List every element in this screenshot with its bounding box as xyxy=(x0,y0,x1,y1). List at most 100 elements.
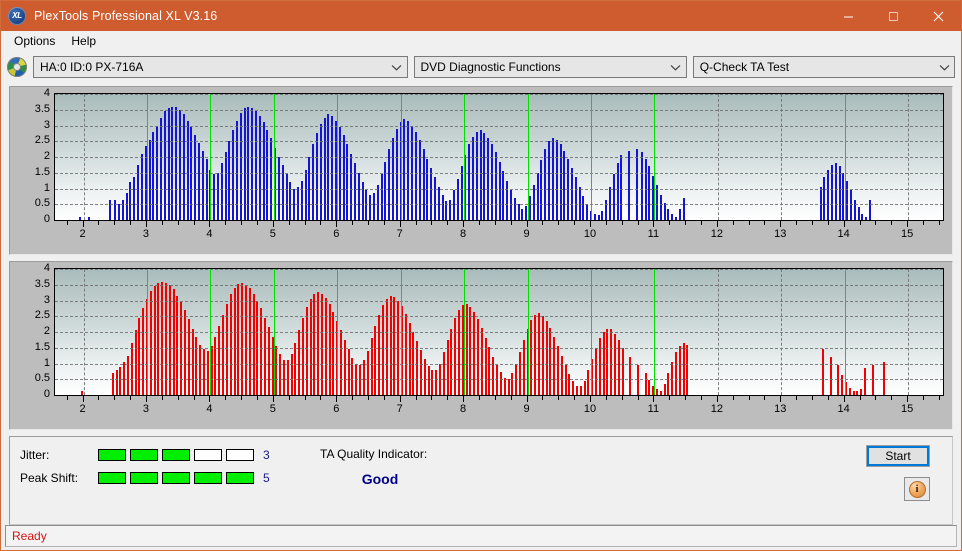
x-axis-minor-tick xyxy=(304,396,306,400)
chart-bar xyxy=(148,139,151,220)
x-axis-minor-tick xyxy=(447,221,449,225)
x-axis-minor-tick xyxy=(796,396,798,400)
chart-bar xyxy=(518,351,521,395)
x-axis-minor-tick xyxy=(66,221,68,225)
menu-item-options[interactable]: Options xyxy=(7,32,64,51)
x-axis-minor-tick xyxy=(225,221,227,225)
disc-icon xyxy=(7,57,27,77)
gridline-horizontal xyxy=(55,347,943,349)
chart-bar xyxy=(648,379,651,395)
chart-bar xyxy=(263,317,266,395)
x-axis-tick xyxy=(780,396,782,402)
x-axis-minor-tick xyxy=(352,221,354,225)
close-icon[interactable] xyxy=(916,1,961,31)
chart-bar xyxy=(346,144,349,220)
function-select[interactable]: DVD Diagnostic Functions xyxy=(413,56,687,78)
jitter-label: Jitter: xyxy=(20,448,50,462)
chart-bar xyxy=(655,389,658,395)
x-axis-minor-tick xyxy=(66,396,68,400)
chart-bar xyxy=(262,122,265,220)
chart-bar xyxy=(130,343,133,395)
x-axis-tick xyxy=(716,221,718,227)
chart-bar xyxy=(671,213,674,220)
x-axis-minor-tick xyxy=(542,221,544,225)
meter-block xyxy=(98,449,126,461)
chart-bar xyxy=(275,346,278,395)
x-axis-tick-label: 3 xyxy=(142,403,150,415)
maximize-icon[interactable] xyxy=(871,1,916,31)
test-select[interactable]: Q-Check TA Test xyxy=(692,56,955,78)
chart-bar xyxy=(435,369,438,395)
start-button[interactable]: Start xyxy=(866,445,930,467)
chart-bar xyxy=(468,144,471,220)
menu-item-help[interactable]: Help xyxy=(64,32,105,51)
chart-bar xyxy=(667,372,670,395)
chart-bar xyxy=(290,354,293,395)
chart-bar xyxy=(195,336,198,395)
info-button[interactable]: i xyxy=(904,477,930,501)
chart-bar xyxy=(551,138,554,220)
x-axis-minor-tick xyxy=(320,221,322,225)
chart-bar xyxy=(475,131,478,220)
minimize-icon[interactable] xyxy=(826,1,871,31)
x-axis-minor-tick xyxy=(114,396,116,400)
jitter-meter xyxy=(98,449,254,461)
x-axis-tick-label: 9 xyxy=(523,228,530,240)
chart-bar xyxy=(184,309,187,395)
chart-bar xyxy=(601,210,604,220)
chart-bar xyxy=(279,354,282,395)
x-axis-tick-label: 10 xyxy=(583,403,597,415)
x-axis-minor-tick xyxy=(193,396,195,400)
x-axis-minor-tick xyxy=(700,221,702,225)
y-axis-labels-bottom: 0 0.5 1 1.5 2 2.5 3 3.5 4 xyxy=(10,262,54,402)
x-axis-minor-tick xyxy=(415,396,417,400)
x-axis-minor-tick xyxy=(367,396,369,400)
x-axis-minor-tick xyxy=(98,396,100,400)
x-axis-tick-label: 2 xyxy=(79,228,86,240)
chart-bar xyxy=(678,208,681,220)
x-axis-minor-tick xyxy=(574,221,576,225)
chart-bar xyxy=(87,216,90,220)
chart-bar xyxy=(667,208,670,220)
status-bar: Ready xyxy=(5,525,957,547)
x-axis-minor-tick xyxy=(177,221,179,225)
chart-bar xyxy=(218,325,221,395)
chart-bar xyxy=(111,372,114,395)
chart-bar xyxy=(357,172,360,220)
chart-bar xyxy=(471,136,474,220)
x-axis-tick xyxy=(589,396,591,402)
chart-bar xyxy=(422,149,425,220)
position-marker xyxy=(337,94,339,220)
x-axis-tick xyxy=(399,396,401,402)
x-axis-tick-label: 15 xyxy=(900,403,914,415)
chart-bar xyxy=(541,316,544,395)
function-select-value: DVD Diagnostic Functions xyxy=(420,60,561,74)
meter-block xyxy=(162,472,190,484)
chart-bar xyxy=(477,319,480,395)
chart-bar xyxy=(483,133,486,220)
chart-bar xyxy=(487,138,490,220)
x-axis-minor-tick xyxy=(241,221,243,225)
y-axis-labels-top: 0 0.5 1 1.5 2 2.5 3 3.5 4 xyxy=(10,87,54,227)
chart-bar xyxy=(492,356,495,395)
x-axis-minor-tick xyxy=(827,396,829,400)
x-axis-minor-tick xyxy=(558,396,560,400)
x-axis-minor-tick xyxy=(161,396,163,400)
x-axis-tick xyxy=(526,221,528,227)
x-axis-bottom: 2 3 4 5 6 7 8 9 10 11 12 13 14 15 xyxy=(54,396,944,426)
chart-bar xyxy=(393,296,396,395)
x-axis-minor-tick xyxy=(130,221,132,225)
peak-shift-row: Peak Shift: 5 xyxy=(20,470,270,486)
chart-bar xyxy=(270,138,273,220)
x-axis-minor-tick xyxy=(288,396,290,400)
chart-bar xyxy=(597,215,600,220)
gridline-horizontal xyxy=(55,141,943,143)
plot-area-bottom xyxy=(54,268,944,396)
chart-bar xyxy=(560,355,563,395)
chart-bar xyxy=(829,356,832,395)
x-axis-minor-tick xyxy=(542,396,544,400)
chart-bar xyxy=(114,199,117,220)
x-axis-minor-tick xyxy=(494,396,496,400)
position-marker xyxy=(464,94,466,220)
drive-select[interactable]: HA:0 ID:0 PX-716A xyxy=(33,56,408,78)
